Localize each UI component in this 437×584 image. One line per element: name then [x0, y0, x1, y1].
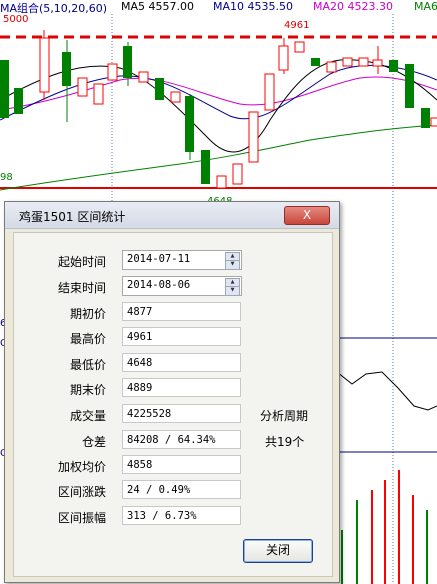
candle — [358, 57, 369, 67]
range-amplitude-label: 区间振幅 — [57, 511, 106, 525]
weighted-avg-value: 4858 — [122, 455, 241, 474]
candle — [185, 96, 194, 152]
interval-stats-dialog: 鸡蛋1501 区间统计 X 起始时间 2014-07-11 ▲ ▼ 结束时间 2… — [4, 201, 340, 583]
volume-value: 4225528 — [122, 404, 241, 423]
start-time-value: 2014-07-11 — [127, 253, 191, 265]
range-change-value: 24 / 0.49% — [122, 480, 241, 499]
candle — [326, 61, 337, 73]
ma20-label: MA20 4523.30 — [313, 0, 393, 13]
stats-panel: 起始时间 2014-07-11 ▲ ▼ 结束时间 2014-08-06 ▲ ▼ … — [13, 232, 333, 577]
high-price-value: 4961 — [122, 327, 241, 346]
dialog-title: 鸡蛋1501 区间统计 — [19, 210, 126, 224]
low-price-label: 最低价 — [69, 358, 106, 372]
candle — [170, 91, 181, 103]
open-price-label: 期初价 — [69, 307, 106, 321]
candle — [294, 41, 305, 53]
close-price-value: 4889 — [122, 378, 241, 397]
start-time-label: 起始时间 — [57, 255, 106, 269]
analysis-period-label: 分析周期 — [260, 409, 309, 423]
volume-bars — [341, 470, 428, 584]
candle — [93, 83, 104, 105]
candle — [155, 78, 164, 100]
close-price-label: 期末价 — [69, 383, 106, 397]
candle — [201, 150, 210, 184]
candle — [248, 111, 259, 163]
left-axis-label: 98 — [0, 172, 13, 183]
ma5-label: MA5 4557.00 — [121, 0, 194, 13]
candle — [138, 71, 149, 83]
close-button[interactable]: 关闭 — [243, 539, 313, 563]
candle — [342, 57, 353, 67]
candle — [405, 64, 414, 108]
close-x-button[interactable]: X — [284, 206, 330, 225]
end-time-label: 结束时间 — [57, 281, 106, 295]
candle — [311, 58, 320, 66]
volume-label: 成交量 — [69, 409, 106, 423]
range-change-label: 区间涨跌 — [57, 485, 106, 499]
spin-down-icon[interactable]: ▼ — [225, 260, 240, 270]
range-amplitude-value: 313 / 6.73% — [122, 506, 241, 525]
low-price-value: 4648 — [122, 353, 241, 372]
end-time-value: 2014-08-06 — [127, 279, 191, 291]
end-time-field[interactable]: 2014-08-06 ▲ ▼ — [122, 276, 242, 296]
period-count-label: 共19个 — [265, 435, 305, 449]
candle — [421, 108, 430, 128]
candle — [107, 63, 118, 81]
candle — [77, 77, 88, 97]
candle — [430, 117, 437, 127]
position-diff-label: 仓差 — [81, 435, 106, 449]
candle — [264, 73, 275, 111]
candle — [123, 46, 132, 78]
candle — [62, 52, 71, 86]
candle — [389, 60, 398, 72]
axis-top-label: 5000 — [3, 14, 29, 25]
candle — [278, 45, 289, 71]
candles — [0, 30, 437, 189]
indicator-line — [336, 371, 437, 411]
ma10-label: MA10 4535.50 — [213, 0, 293, 13]
start-time-field[interactable]: 2014-07-11 ▲ ▼ — [122, 250, 242, 270]
ma60-label: MA6 — [414, 0, 437, 13]
weighted-avg-label: 加权均价 — [57, 460, 106, 474]
dialog-titlebar[interactable]: 鸡蛋1501 区间统计 X — [5, 202, 339, 229]
candle — [232, 163, 243, 185]
candle — [216, 175, 227, 189]
candle — [39, 37, 50, 93]
open-price-value: 4877 — [122, 302, 241, 321]
high-mark-label: 4961 — [284, 20, 310, 31]
candle — [0, 60, 9, 118]
candle — [372, 59, 383, 67]
position-diff-value: 84208 / 64.34% — [122, 430, 241, 449]
high-price-label: 最高价 — [69, 332, 106, 346]
spin-down-icon[interactable]: ▼ — [225, 286, 240, 296]
candle — [14, 88, 23, 114]
